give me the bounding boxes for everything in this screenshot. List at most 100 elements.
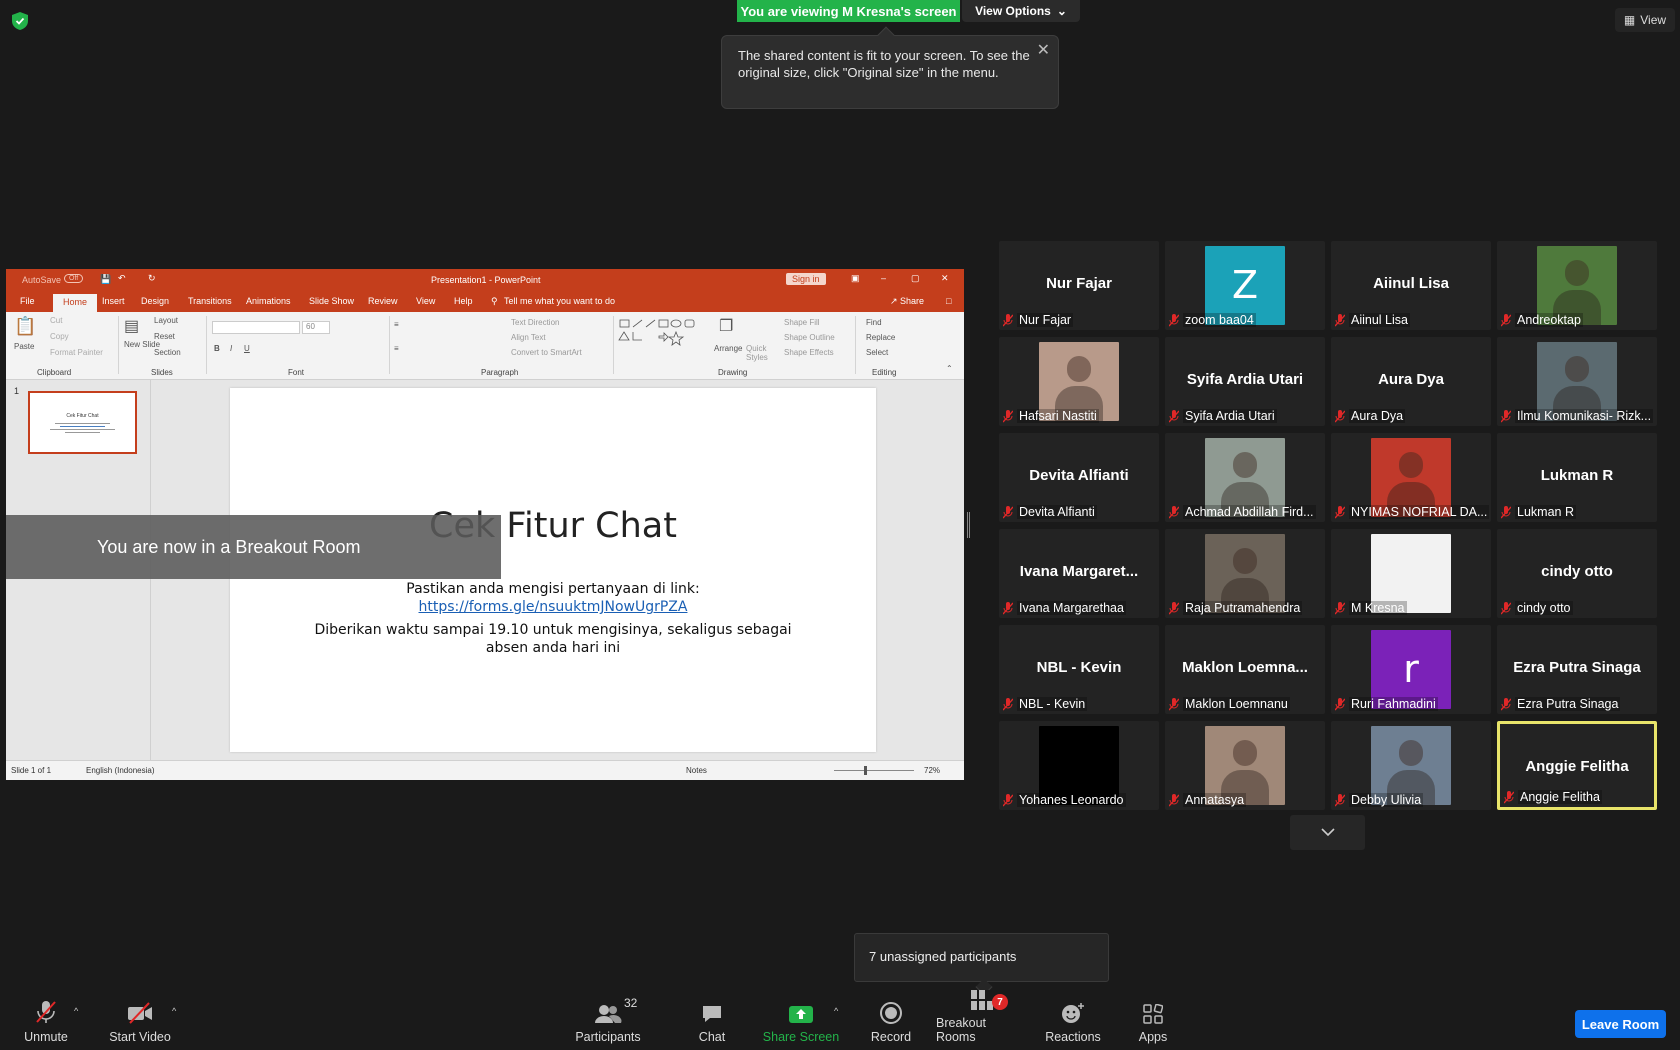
zoom-slider-handle[interactable]: [864, 766, 867, 775]
section-button[interactable]: Section: [154, 348, 181, 357]
shield-icon[interactable]: [12, 12, 28, 30]
tell-me-search[interactable]: Tell me what you want to do: [504, 296, 615, 306]
slide-text-deadline[interactable]: Diberikan waktu sampai 19.10 untuk mengi…: [230, 622, 876, 638]
save-icon[interactable]: 💾: [100, 274, 111, 285]
apps-button[interactable]: Apps: [1136, 990, 1170, 1050]
underline-icon[interactable]: U: [244, 344, 250, 353]
chat-button[interactable]: Chat: [692, 990, 732, 1050]
shapes-gallery[interactable]: [618, 318, 706, 360]
arrange-button[interactable]: Arrange: [714, 344, 742, 353]
new-slide-icon[interactable]: ▤: [124, 316, 139, 336]
gallery-next-page[interactable]: [1290, 815, 1365, 850]
italic-icon[interactable]: I: [230, 344, 232, 353]
tab-review[interactable]: Review: [368, 296, 398, 306]
select-button[interactable]: Select: [866, 348, 888, 357]
language-status[interactable]: English (Indonesia): [86, 766, 154, 775]
participant-tile[interactable]: Annatasya: [1165, 721, 1325, 810]
copy-button[interactable]: Copy: [50, 332, 69, 341]
tab-design[interactable]: Design: [141, 296, 169, 306]
collapse-ribbon-icon[interactable]: ⌃: [946, 364, 953, 373]
slide-text-instruction[interactable]: Pastikan anda mengisi pertanyaan di link…: [230, 581, 876, 597]
share-button[interactable]: ↗ Share: [890, 296, 924, 307]
tab-home[interactable]: Home: [53, 294, 98, 312]
quick-styles-button[interactable]: Quick Styles: [746, 344, 772, 362]
tab-help[interactable]: Help: [454, 296, 473, 306]
tab-animations[interactable]: Animations: [246, 296, 291, 306]
participant-tile[interactable]: cindy otto cindy otto: [1497, 529, 1657, 618]
zoom-slider[interactable]: [834, 770, 914, 771]
close-window-icon[interactable]: ✕: [941, 273, 949, 284]
participant-tile[interactable]: Ilmu Komunikasi- Rizk...: [1497, 337, 1657, 426]
maximize-icon[interactable]: ▢: [911, 273, 920, 284]
redo-icon[interactable]: ↻: [148, 273, 156, 284]
notes-button[interactable]: Notes: [686, 766, 707, 775]
reset-button[interactable]: Reset: [154, 332, 175, 341]
participant-tile[interactable]: NYIMAS NOFRIAL DA...: [1331, 433, 1491, 522]
ribbon-display-icon[interactable]: ▣: [851, 273, 860, 284]
split-view-handle[interactable]: [967, 512, 970, 538]
sign-in-button[interactable]: Sign in: [786, 273, 826, 285]
close-icon[interactable]: ✕: [1037, 42, 1050, 59]
participant-tile[interactable]: Zzoom baa04: [1165, 241, 1325, 330]
convert-smartart-button[interactable]: Convert to SmartArt: [511, 348, 582, 357]
font-family-select[interactable]: [212, 321, 300, 334]
participant-tile[interactable]: Yohanes Leonardo: [999, 721, 1159, 810]
comments-icon[interactable]: □: [946, 296, 951, 306]
bullets-icon[interactable]: ≡: [394, 320, 399, 329]
unmute-button[interactable]: Unmute: [18, 990, 74, 1050]
share-options-caret-icon[interactable]: ^: [834, 1006, 838, 1016]
breakout-rooms-button[interactable]: Breakout Rooms: [936, 990, 1028, 1050]
slide-text-absen[interactable]: absen anda hari ini: [230, 640, 876, 656]
participant-tile[interactable]: Aiinul Lisa Aiinul Lisa: [1331, 241, 1491, 330]
start-video-button[interactable]: Start Video: [106, 990, 174, 1050]
participant-tile[interactable]: Debby Ulivia: [1331, 721, 1491, 810]
leave-room-button[interactable]: Leave Room: [1575, 1010, 1666, 1038]
bold-icon[interactable]: B: [214, 344, 220, 353]
reactions-button[interactable]: Reactions: [1044, 990, 1102, 1050]
tab-transitions[interactable]: Transitions: [188, 296, 232, 306]
participant-tile[interactable]: M Kresna: [1331, 529, 1491, 618]
participant-tile[interactable]: Anggie Felitha Anggie Felitha: [1497, 721, 1657, 810]
cut-button[interactable]: Cut: [50, 316, 62, 325]
replace-button[interactable]: Replace: [866, 333, 895, 342]
zoom-level[interactable]: 72%: [924, 766, 940, 775]
share-screen-button[interactable]: Share Screen: [762, 990, 840, 1050]
slide-thumbnail[interactable]: Cek Fitur Chat: [28, 391, 137, 454]
tab-insert[interactable]: Insert: [102, 296, 125, 306]
view-options-button[interactable]: View Options ⌄: [962, 0, 1080, 22]
autosave-label[interactable]: AutoSave: [22, 275, 61, 285]
audio-options-caret-icon[interactable]: ^: [74, 1006, 78, 1016]
shape-fill-button[interactable]: Shape Fill: [784, 318, 820, 327]
align-left-icon[interactable]: ≡: [394, 344, 399, 353]
slide-form-link[interactable]: https://forms.gle/nsuuktmJNowUgrPZA: [419, 599, 688, 615]
shape-outline-button[interactable]: Shape Outline: [784, 333, 835, 342]
find-button[interactable]: Find: [866, 318, 882, 327]
participant-tile[interactable]: Andreoktap: [1497, 241, 1657, 330]
participant-tile[interactable]: Achmad Abdillah Fird...: [1165, 433, 1325, 522]
format-painter-button[interactable]: Format Painter: [50, 348, 103, 357]
autosave-toggle[interactable]: Off: [64, 274, 84, 283]
tab-slide-show[interactable]: Slide Show: [309, 296, 354, 306]
layout-button[interactable]: Layout: [154, 316, 178, 325]
participant-tile[interactable]: Aura Dya Aura Dya: [1331, 337, 1491, 426]
participant-tile[interactable]: Syifa Ardia Utari Syifa Ardia Utari: [1165, 337, 1325, 426]
align-text-button[interactable]: Align Text: [511, 333, 546, 342]
video-options-caret-icon[interactable]: ^: [172, 1006, 176, 1016]
undo-icon[interactable]: ↶: [118, 273, 126, 284]
participant-tile[interactable]: Ivana Margaret... Ivana Margarethaa: [999, 529, 1159, 618]
shape-effects-button[interactable]: Shape Effects: [784, 348, 834, 357]
text-direction-button[interactable]: Text Direction: [511, 318, 559, 327]
font-size-select[interactable]: 60: [302, 321, 330, 334]
view-button[interactable]: ▦ View: [1615, 8, 1675, 32]
minimize-icon[interactable]: –: [881, 273, 886, 283]
tab-view[interactable]: View: [416, 296, 435, 306]
unassigned-participants-tooltip[interactable]: 7 unassigned participants: [854, 933, 1109, 982]
participant-tile[interactable]: Raja Putramahendra: [1165, 529, 1325, 618]
participant-tile[interactable]: NBL - Kevin NBL - Kevin: [999, 625, 1159, 714]
paste-button[interactable]: Paste: [14, 342, 34, 351]
participant-tile[interactable]: Maklon Loemna... Maklon Loemnanu: [1165, 625, 1325, 714]
arrange-icon[interactable]: ❐: [719, 316, 733, 336]
record-button[interactable]: Record: [870, 990, 912, 1050]
participant-tile[interactable]: r Ruri Fahmadini: [1331, 625, 1491, 714]
tab-file[interactable]: File: [20, 296, 35, 306]
